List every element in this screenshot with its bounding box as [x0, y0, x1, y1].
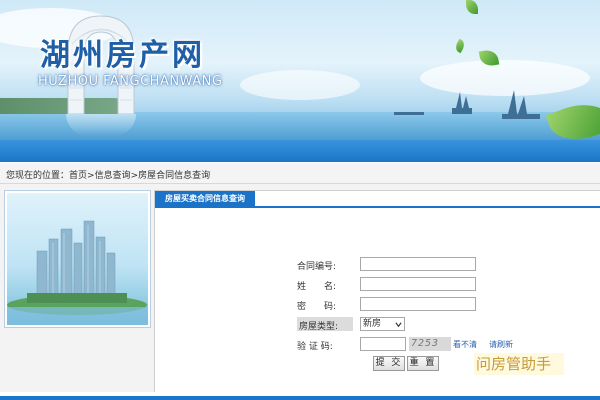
house-type-select[interactable]: 新房	[360, 317, 405, 331]
contract-no-label: 合同编号:	[297, 262, 337, 272]
footer-line	[0, 396, 600, 400]
captcha-label: 验 证 码:	[297, 342, 333, 352]
password-label: 密 码:	[297, 302, 337, 312]
tab-bar: 房屋买卖合同信息查询	[155, 191, 600, 208]
house-type-selected-value: 新房	[363, 319, 382, 329]
name-label: 姓 名:	[297, 282, 337, 292]
hotel-reflection	[66, 114, 136, 136]
captcha-input[interactable]	[360, 337, 406, 351]
leaf-icon	[453, 38, 467, 54]
site-banner: 湖州房产网 HUZHOU FANGCHANWANG	[0, 0, 600, 140]
site-title-english: HUZHOU FANGCHANWANG	[38, 74, 223, 89]
chevron-down-icon	[395, 322, 402, 328]
leaf-icon	[466, 0, 478, 14]
watermark-badge: 问房管助手	[474, 353, 564, 375]
captcha-image[interactable]: 7253	[409, 337, 451, 351]
submit-button[interactable]: 提 交	[373, 356, 405, 371]
captcha-row: 验 证 码: 7253 看不清 请刷新	[297, 335, 577, 355]
contract-no-input[interactable]	[360, 257, 476, 271]
sailboats-image	[394, 90, 540, 119]
reset-button[interactable]: 重 置	[407, 356, 439, 371]
city-image-panel	[4, 190, 151, 328]
password-row: 密 码:	[297, 295, 577, 315]
contract-no-row: 合同编号:	[297, 255, 577, 275]
breadcrumb: 您现在的位置：首页>信息查询>房屋合同信息查询	[0, 162, 600, 184]
name-row: 姓 名:	[297, 275, 577, 295]
house-type-label: 房屋类型:	[297, 317, 353, 332]
city-skyline-image	[7, 193, 148, 325]
breadcrumb-current: 房屋合同信息查询	[138, 171, 211, 181]
refresh-captcha-link[interactable]: 请刷新	[489, 339, 513, 350]
house-type-row: 房屋类型: 新房	[297, 315, 577, 335]
banner-cloud	[240, 70, 360, 100]
breadcrumb-home-link[interactable]: 首页	[69, 171, 87, 181]
tab-contract-query[interactable]: 房屋买卖合同信息查询	[155, 191, 255, 206]
breadcrumb-separator: >	[87, 171, 95, 181]
password-input[interactable]	[360, 297, 476, 311]
site-title: 湖州房产网	[40, 38, 205, 73]
breadcrumb-info-query-link[interactable]: 信息查询	[95, 171, 131, 181]
breadcrumb-separator: >	[130, 171, 139, 181]
breadcrumb-prefix: 您现在的位置：	[6, 171, 70, 181]
name-input[interactable]	[360, 277, 476, 291]
cant-see-link[interactable]: 看不清	[453, 339, 477, 350]
banner-blue-band	[0, 140, 600, 162]
